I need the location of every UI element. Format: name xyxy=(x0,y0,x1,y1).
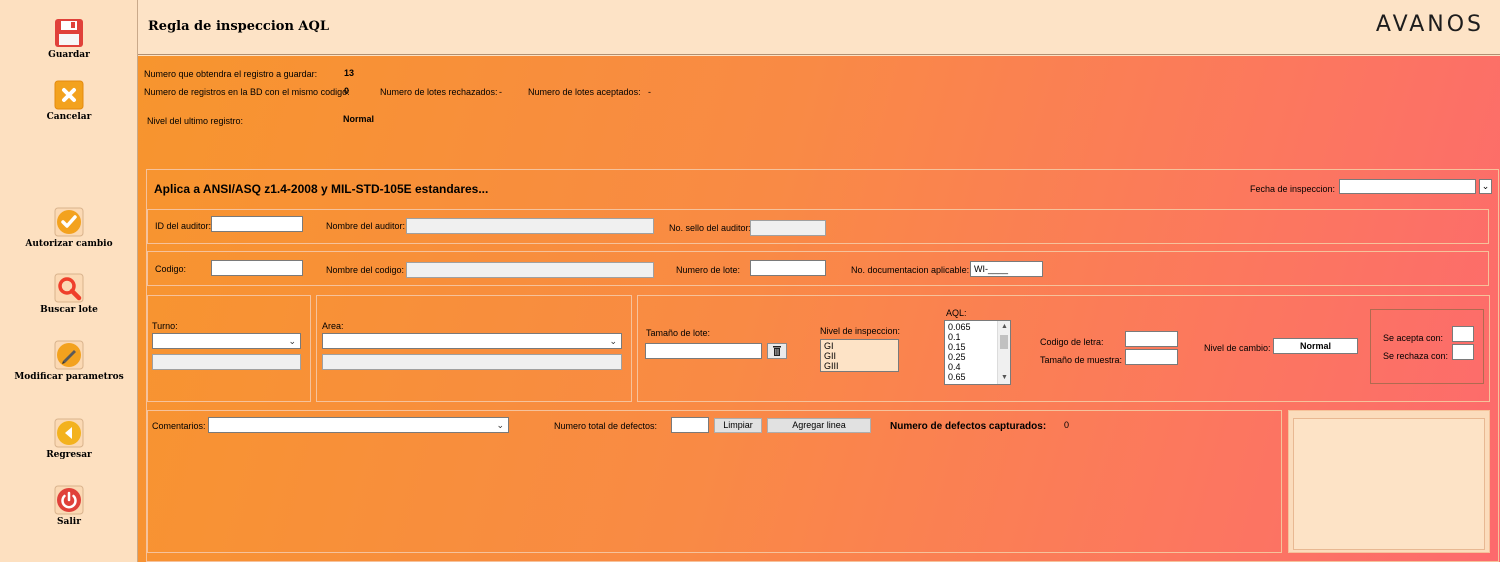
auditor-seal-field xyxy=(750,220,826,236)
code-name-label: Nombre del codigo: xyxy=(326,265,405,275)
power-icon xyxy=(54,485,84,515)
inspection-date-field[interactable] xyxy=(1339,179,1476,194)
list-item[interactable]: GI xyxy=(824,341,895,351)
magnifier-icon xyxy=(54,273,84,303)
comments-select[interactable]: ⌄ xyxy=(208,417,509,433)
db-records-label: Numero de registros en la BD con el mism… xyxy=(144,87,350,97)
applicable-doc-label: No. documentacion aplicable: xyxy=(851,265,970,275)
last-level-label: Nivel del ultimo registro: xyxy=(147,116,244,126)
back-button[interactable]: Regresar xyxy=(0,418,138,460)
lot-size-label: Tamaño de lote: xyxy=(646,328,711,338)
aql-scrollbar[interactable]: ▲ ▼ xyxy=(997,321,1010,384)
checkmark-icon xyxy=(54,207,84,237)
cancel-button[interactable]: Cancelar xyxy=(0,80,138,122)
applicable-doc-input[interactable]: WI-____ xyxy=(970,261,1043,277)
cancel-label: Cancelar xyxy=(46,112,92,122)
comments-label: Comentarios: xyxy=(152,421,206,431)
db-records-value: 0 xyxy=(344,86,350,96)
scrollbar-thumb[interactable] xyxy=(1000,335,1008,349)
lot-number-input[interactable] xyxy=(750,260,826,276)
modify-parameters-button[interactable]: Modificar parametros xyxy=(0,340,138,382)
defects-list[interactable] xyxy=(1293,418,1485,550)
authorize-change-label: Autorizar cambio xyxy=(25,239,113,249)
captured-defects-label: Numero de defectos capturados: xyxy=(890,421,1047,432)
lot-number-label: Numero de lote: xyxy=(676,265,741,275)
brand-logo: AVANOS xyxy=(1375,12,1484,37)
save-label: Guardar xyxy=(48,50,90,60)
search-lot-label: Buscar lote xyxy=(40,305,98,315)
date-dropdown-button[interactable]: ⌄ xyxy=(1479,179,1492,194)
lot-size-input[interactable] xyxy=(645,343,762,359)
letter-code-label: Codigo de letra: xyxy=(1040,337,1104,347)
auditor-id-input[interactable] xyxy=(211,216,303,232)
accepted-lots-value: - xyxy=(648,87,651,97)
floppy-disk-icon xyxy=(54,18,84,48)
shift-label: Turno: xyxy=(152,321,178,331)
left-arrow-icon xyxy=(54,418,84,448)
accept-input[interactable] xyxy=(1452,326,1474,342)
authorize-change-button[interactable]: Autorizar cambio xyxy=(0,207,138,249)
chevron-down-icon: ⌄ xyxy=(609,336,617,346)
search-lot-button[interactable]: Buscar lote xyxy=(0,273,138,315)
list-item[interactable]: GIII xyxy=(824,361,895,371)
shift-select[interactable]: ⌄ xyxy=(152,333,301,349)
total-defects-label: Numero total de defectos: xyxy=(554,421,658,431)
exit-button[interactable]: Salir xyxy=(0,485,138,527)
aql-list[interactable]: 0.065 0.1 0.15 0.25 0.4 0.65 ▲ ▼ xyxy=(944,320,1011,385)
change-level-label: Nivel de cambio: xyxy=(1204,343,1271,353)
modify-parameters-label: Modificar parametros xyxy=(14,372,124,382)
accept-label: Se acepta con: xyxy=(1383,333,1444,343)
registry-number-value: 13 xyxy=(344,68,355,78)
last-level-value: Normal xyxy=(343,114,375,124)
shift-text-field xyxy=(152,354,301,370)
clear-button[interactable]: Limpiar xyxy=(714,418,762,433)
lot-parameters-section xyxy=(637,295,1490,402)
auditor-name-label: Nombre del auditor: xyxy=(326,221,406,231)
total-defects-input[interactable] xyxy=(671,417,709,433)
area-text-field xyxy=(322,354,622,370)
rejected-lots-value: - xyxy=(499,87,502,97)
area-label: Area: xyxy=(322,321,344,331)
main-area: Numero que obtendra el registro a guarda… xyxy=(138,56,1500,562)
inspection-date-label: Fecha de inspeccion: xyxy=(1250,184,1336,194)
registry-number-label: Numero que obtendra el registro a guarda… xyxy=(144,69,318,79)
x-icon xyxy=(54,80,84,110)
chevron-down-icon: ▼ xyxy=(1001,374,1008,381)
reject-label: Se rechaza con: xyxy=(1383,351,1449,361)
trash-button[interactable] xyxy=(767,343,787,359)
rejected-lots-label: Numero de lotes rechazados: xyxy=(380,87,498,97)
exit-label: Salir xyxy=(57,517,81,527)
code-input[interactable] xyxy=(211,260,303,276)
inspection-level-label: Nivel de inspeccion: xyxy=(820,326,901,336)
chevron-down-icon: ⌄ xyxy=(496,420,504,430)
page-title: Regla de inspeccion AQL xyxy=(148,19,329,34)
letter-code-input[interactable] xyxy=(1125,331,1178,347)
pencil-icon xyxy=(54,340,84,370)
form-heading: Aplica a ANSI/ASQ z1.4-2008 y MIL-STD-10… xyxy=(154,182,489,196)
accepted-lots-label: Numero de lotes aceptados: xyxy=(528,87,641,97)
back-label: Regresar xyxy=(46,450,92,460)
code-name-field xyxy=(406,262,654,278)
auditor-name-field xyxy=(406,218,654,234)
captured-defects-value: 0 xyxy=(1064,420,1070,430)
add-line-button[interactable]: Agregar linea xyxy=(767,418,871,433)
aql-label: AQL: xyxy=(946,308,967,318)
list-item[interactable]: GII xyxy=(824,351,895,361)
chevron-up-icon: ▲ xyxy=(1001,323,1008,330)
sample-size-label: Tamaño de muestra: xyxy=(1040,355,1123,365)
chevron-down-icon: ⌄ xyxy=(288,336,296,346)
reject-input[interactable] xyxy=(1452,344,1474,360)
header: Regla de inspeccion AQL AVANOS xyxy=(138,0,1500,55)
change-level-field: Normal xyxy=(1273,338,1358,354)
auditor-id-label: ID del auditor: xyxy=(155,221,212,231)
chevron-down-icon: ⌄ xyxy=(1481,181,1490,191)
trash-icon xyxy=(773,346,781,356)
sample-size-input[interactable] xyxy=(1125,349,1178,365)
inspection-level-list[interactable]: GI GII GIII xyxy=(820,339,899,372)
auditor-seal-label: No. sello del auditor: xyxy=(669,223,752,233)
sidebar: Guardar Cancelar Autorizar cambio Buscar… xyxy=(0,0,138,562)
area-select[interactable]: ⌄ xyxy=(322,333,622,349)
code-label: Codigo: xyxy=(155,264,187,274)
save-button[interactable]: Guardar xyxy=(0,18,138,60)
